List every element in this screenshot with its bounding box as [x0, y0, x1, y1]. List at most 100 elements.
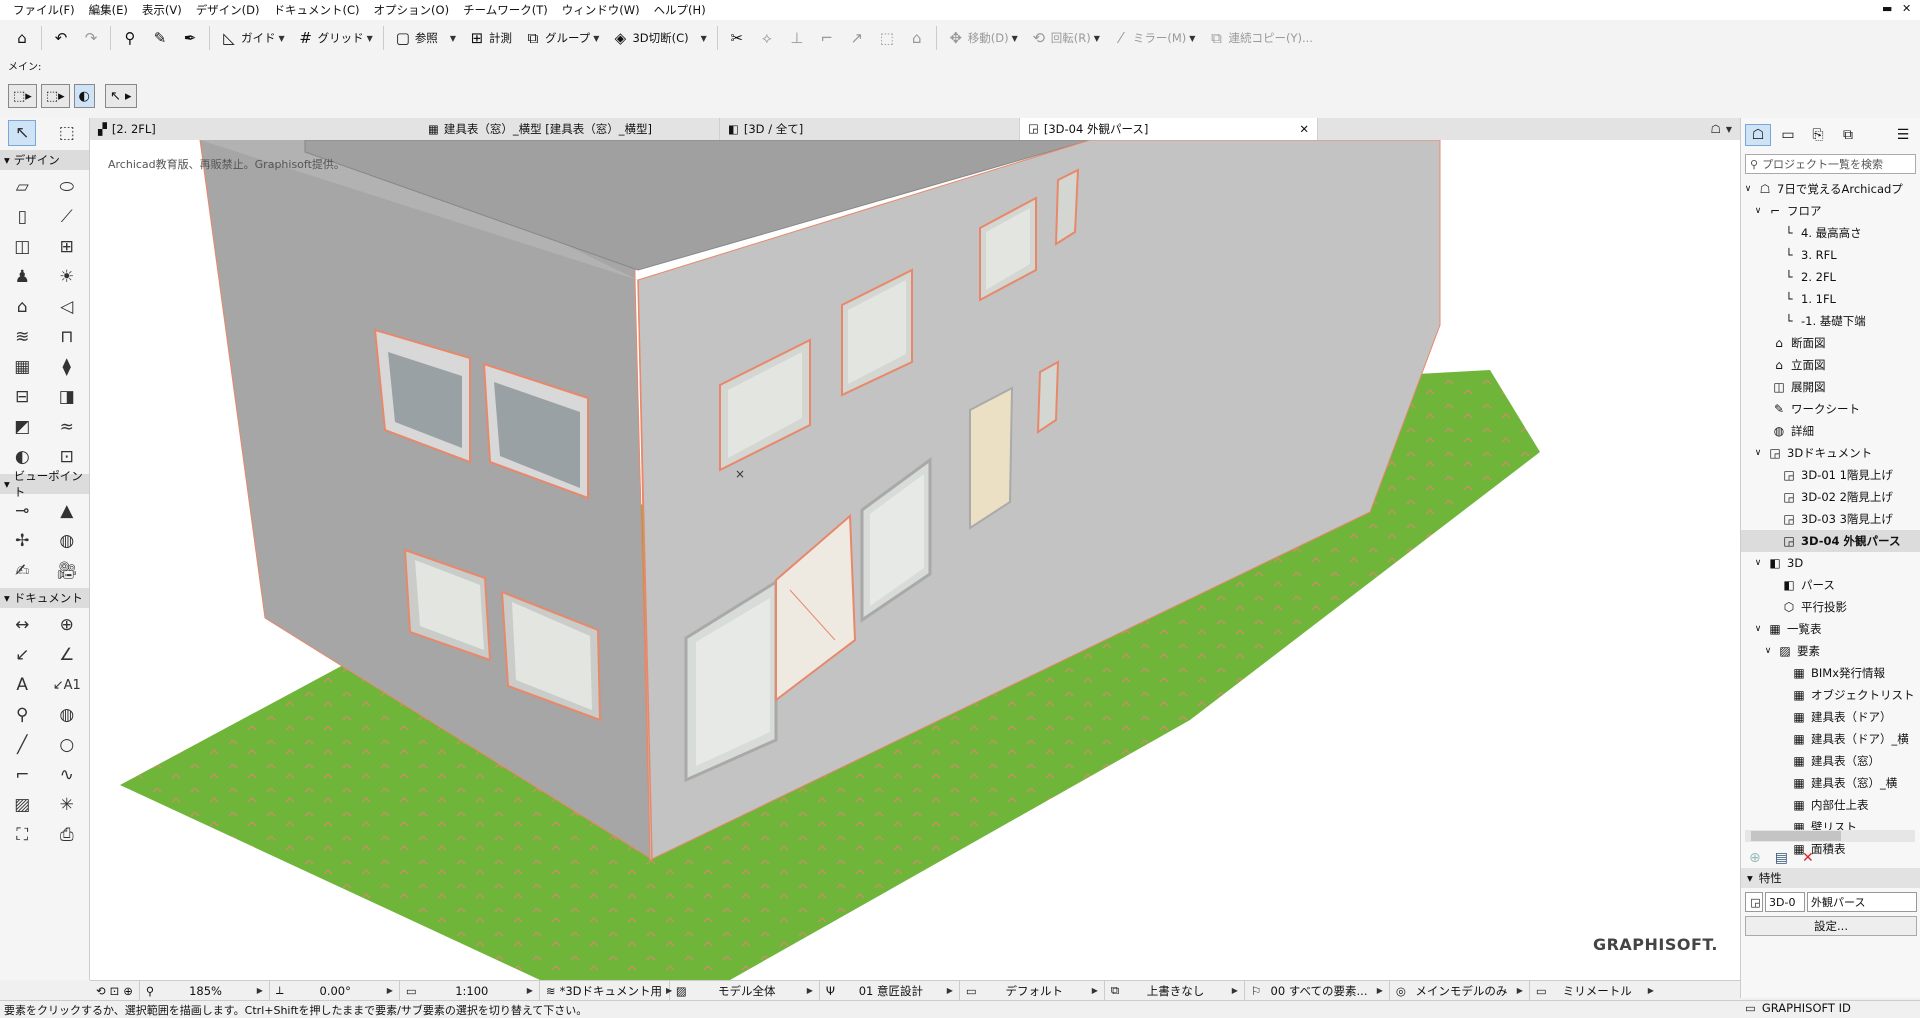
adjust-button[interactable]: ⌐: [813, 24, 841, 52]
pin-tool-icon[interactable]: ⚲: [8, 702, 36, 728]
home-button[interactable]: ⌂: [8, 24, 36, 52]
worksheet-tool-icon[interactable]: ◍: [53, 528, 81, 554]
detail-tool-icon[interactable]: ✍: [8, 558, 36, 584]
settings-list-icon[interactable]: ▤: [1775, 850, 1788, 866]
tree-item-schedule-windows-horizontal[interactable]: ▦ 建具表（窓）_横: [1741, 772, 1920, 794]
angle-dimension-tool-icon[interactable]: ∠: [53, 642, 81, 668]
stair-tool-icon[interactable]: ≋: [8, 324, 36, 350]
pen-set-dropdown[interactable]: Ψ 01 意匠設計 ▶: [820, 980, 960, 1001]
tree-item-project[interactable]: ∨ ☖ 7日で覚えるArchicadプ: [1741, 178, 1920, 200]
scissors-button[interactable]: ✂: [723, 24, 751, 52]
tree-item-floors[interactable]: ∨ ⌐ フロア: [1741, 200, 1920, 222]
tree-item-3d-documents[interactable]: ∨ ◲ 3Dドキュメント: [1741, 442, 1920, 464]
horizontal-scrollbar[interactable]: [1745, 830, 1915, 842]
3d-viewport[interactable]: × Archicad教育版、再販禁止。Graphisoft提供。 GRAPHIS…: [90, 140, 1740, 980]
tab-overflow-button[interactable]: ☖ ▼: [1703, 118, 1740, 140]
id-field[interactable]: 3D-0: [1765, 892, 1805, 912]
zone-tool-icon[interactable]: ◨: [53, 384, 81, 410]
pan-icon[interactable]: ⊡: [110, 984, 120, 998]
menu-view[interactable]: 表示(V): [135, 0, 189, 20]
layout-book-button[interactable]: ⎘: [1805, 124, 1831, 146]
measure-button[interactable]: ⊞ 計測: [463, 24, 517, 52]
drawing-tool-icon[interactable]: ⎙: [53, 822, 81, 848]
publisher-button[interactable]: ⧉: [1835, 124, 1861, 146]
menu-edit[interactable]: 編集(E): [82, 0, 135, 20]
zoom-dropdown[interactable]: ⚲ 185% ▶: [140, 980, 270, 1001]
tab-3d-04[interactable]: ◲ [3D-04 外観パース] ✕: [1020, 118, 1318, 140]
project-map-button[interactable]: ☖: [1745, 124, 1771, 146]
find-select-button[interactable]: ⚲: [116, 24, 144, 52]
3d-cutaway-button[interactable]: ◈ 3D切断(C): [606, 24, 693, 52]
pick-up-button[interactable]: ✎: [146, 24, 174, 52]
tree-item-story-4[interactable]: └ 4. 最高高さ: [1741, 222, 1920, 244]
tree-item-schedule-doors-horizontal[interactable]: ▦ 建具表（ドア）_横: [1741, 728, 1920, 750]
polyline-tool-icon[interactable]: ⌐: [8, 762, 36, 788]
minimize-icon[interactable]: ▬: [1882, 2, 1892, 15]
lamp-tool-icon[interactable]: ☀: [53, 264, 81, 290]
design-section-header[interactable]: ▾ デザイン: [0, 150, 89, 170]
renovation-filter-dropdown[interactable]: ⚐ 00 すべての要素... ▶: [1245, 980, 1390, 1001]
angle-dropdown[interactable]: ⟂ 0.00° ▶: [270, 980, 400, 1001]
tree-item-story-1[interactable]: └ 1. 1FL: [1741, 288, 1920, 310]
beam-tool-icon[interactable]: ⟋: [53, 204, 81, 230]
tree-item-schedule-bimx[interactable]: ▦ BIMx発行情報: [1741, 662, 1920, 684]
window-tool-icon[interactable]: ⊞: [53, 234, 81, 260]
mesh-tool-icon[interactable]: ⧫: [53, 354, 81, 380]
column-tool-icon[interactable]: ▯: [8, 204, 36, 230]
name-field[interactable]: 外観パース: [1807, 892, 1917, 912]
tree-item-schedule-windows[interactable]: ▦ 建具表（窓）: [1741, 750, 1920, 772]
document-section-header[interactable]: ▾ ドキュメント: [0, 588, 89, 608]
explode-button[interactable]: ⟡: [753, 24, 781, 52]
project-search-input[interactable]: ⚲ プロジェクト一覧を検索: [1745, 154, 1916, 174]
arrow-tool-button[interactable]: ↖ ▸: [104, 84, 137, 108]
marquee-tool-icon[interactable]: ⬚: [53, 120, 81, 146]
partial-structure-dropdown[interactable]: ▭ デフォルト ▶: [960, 980, 1105, 1001]
tree-item-schedule-doors[interactable]: ▦ 建具表（ドア）: [1741, 706, 1920, 728]
tree-item-3d-02[interactable]: ◲ 3D-02 2階見上げ: [1741, 486, 1920, 508]
shell-tool-icon[interactable]: ◁: [53, 294, 81, 320]
model-view-dropdown[interactable]: ▨ モデル全体 ▶: [670, 980, 820, 1001]
menu-document[interactable]: ドキュメント(C): [267, 0, 367, 20]
group-button[interactable]: ⧉ グループ ▼: [519, 24, 604, 52]
morph-solid-tool-icon[interactable]: ◐: [8, 444, 36, 470]
roof-tool-icon[interactable]: ⌂: [8, 294, 36, 320]
close-tab-icon[interactable]: ✕: [1299, 122, 1309, 136]
tree-item-interior-elevations[interactable]: ◫ 展開図: [1741, 376, 1920, 398]
guide-button[interactable]: ◺ ガイド ▼: [215, 24, 290, 52]
multiply-button[interactable]: ⧉ 連続コピー(Y)...: [1202, 24, 1317, 52]
close-window-icon[interactable]: ✕: [1902, 2, 1911, 15]
marquee-button[interactable]: ⬚▸: [40, 84, 70, 108]
menu-options[interactable]: オプション(O): [367, 0, 457, 20]
tree-item-perspective[interactable]: ◧ パース: [1741, 574, 1920, 596]
dimension-dropdown[interactable]: ▭ ミリメートル ▶: [1530, 981, 1660, 1001]
tree-item-schedule-finishes[interactable]: ▦ 内部仕上表: [1741, 794, 1920, 816]
menu-help[interactable]: ヘルプ(H): [647, 0, 713, 20]
inject-button[interactable]: ✒: [176, 24, 204, 52]
3d-model-render[interactable]: ×: [90, 140, 1740, 980]
3d-cutaway-dropdown[interactable]: ▼: [696, 24, 712, 52]
scale-dropdown[interactable]: ▭ 1:100 ▶: [400, 980, 540, 1001]
radial-dimension-tool-icon[interactable]: ↙: [8, 642, 36, 668]
hotspot-tool-icon[interactable]: ✳: [53, 792, 81, 818]
move-button[interactable]: ✥ 移動(D) ▼: [942, 24, 1023, 52]
level-dimension-tool-icon[interactable]: ⊕: [53, 612, 81, 638]
label-tool-icon[interactable]: ↙A1: [53, 672, 81, 698]
navigator-menu-button[interactable]: ☰: [1890, 124, 1916, 146]
tree-item-3d-01[interactable]: ◲ 3D-01 1階見上げ: [1741, 464, 1920, 486]
slab-tool-icon[interactable]: ⬭: [53, 174, 81, 200]
line-tool-icon[interactable]: ╱: [8, 732, 36, 758]
crop-button[interactable]: ⬚: [873, 24, 901, 52]
spline-tool-icon[interactable]: ∿: [53, 762, 81, 788]
menu-design[interactable]: デザイン(D): [189, 0, 267, 20]
tab-window-schedule[interactable]: ▦ 建具表（窓）_横型 [建具表（窓）_横型]: [420, 118, 720, 140]
text-tool-icon[interactable]: A: [8, 672, 36, 698]
tab-2fl[interactable]: ▞ [2. 2FL]: [90, 118, 420, 140]
tree-item-worksheets[interactable]: ✎ ワークシート: [1741, 398, 1920, 420]
figure-tool-icon[interactable]: ⛶: [8, 822, 36, 848]
morph-tool-icon[interactable]: ◩: [8, 414, 36, 440]
view-map-button[interactable]: ▭: [1775, 124, 1801, 146]
section-tool-icon[interactable]: ⊸: [8, 498, 36, 524]
tree-item-axonometry[interactable]: ⬡ 平行投影: [1741, 596, 1920, 618]
window-right-slit-upper[interactable]: [1054, 168, 1080, 246]
dimension-tool-icon[interactable]: ↔: [8, 612, 36, 638]
